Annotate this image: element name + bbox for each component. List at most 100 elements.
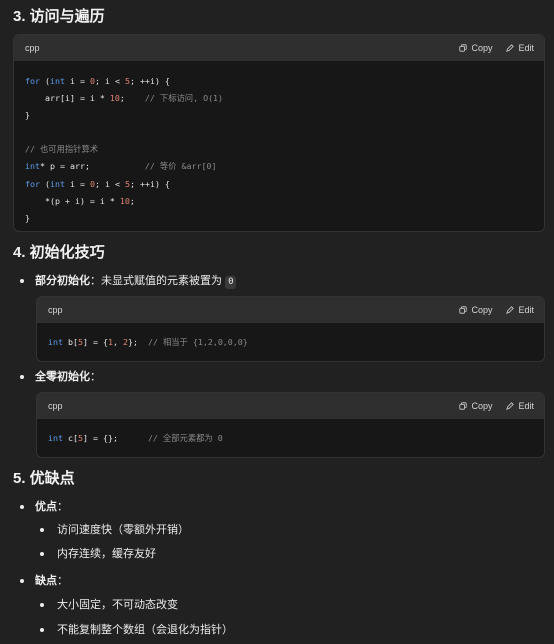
code-header: cpp Copy Edit [37, 393, 544, 419]
code-token: i = [65, 76, 90, 86]
code-token: c[ [63, 433, 78, 443]
copy-icon [459, 44, 468, 52]
copy-icon [459, 402, 468, 410]
code-token: 10 [109, 93, 120, 104]
code-block-zero-init: cpp Copy Edit int c[5] = {}; // 全部元素都为 0 [36, 392, 545, 458]
code-language-label: cpp [25, 43, 40, 53]
code-token: ; ++i) { [129, 178, 170, 189]
code-token: // 相当于 {1,2,0,0,0} [147, 337, 248, 347]
code-token: ; [119, 93, 145, 104]
code-token: *(p + i) = i * [25, 195, 120, 206]
code-line: // 也可用指针算术 [25, 141, 533, 158]
code-line: } [25, 210, 533, 227]
edit-icon [506, 44, 515, 52]
bullet-text: ：未显式赋值的元素被置为 [90, 275, 226, 287]
code-token: // 下标访问, O(1) [144, 93, 224, 104]
bullet-label: 部分初始化 [35, 275, 90, 287]
list-item-text: 大小固定，不可动态改变 [57, 599, 178, 611]
code-token: // 也可用指针算术 [25, 144, 99, 155]
code-token: i = [65, 178, 90, 189]
code-token: } [25, 110, 30, 121]
copy-label: Copy [471, 305, 493, 315]
list-item-text: 访问速度快（零额外开销） [57, 524, 189, 536]
code-block-access: cpp Copy Edit for (int i = 0; i < 5; ++i… [13, 34, 545, 232]
code-token: ( [40, 178, 50, 189]
code-line: *(p + i) = i * 10; [25, 193, 533, 210]
bullet-text: ： [57, 501, 68, 513]
code-token: int [48, 433, 63, 443]
code-token: ( [40, 76, 50, 86]
code-token: int [50, 76, 65, 86]
edit-label: Edit [518, 401, 534, 411]
code-block-partial-init: cpp Copy Edit int b[5] = {1, 2}; // 相当于 … [36, 296, 545, 362]
code-token: ] = { [83, 337, 108, 347]
bullet-dot [20, 375, 24, 379]
bullet-label: 缺点 [35, 575, 57, 587]
inline-code: 0 [225, 276, 237, 289]
copy-button[interactable]: Copy [459, 305, 492, 315]
code-line: int* p = arr; // 等价 &arr[0] [25, 158, 533, 175]
bullet-text: ： [90, 371, 101, 383]
code-body: for (int i = 0; i < 5; ++i) { arr[i] = i… [14, 61, 544, 231]
code-token: , [112, 337, 123, 347]
list-item-text: 内存连续，缓存友好 [57, 548, 156, 560]
bullet-label: 全零初始化 [35, 371, 90, 383]
code-token: ; [129, 195, 135, 206]
code-token: } [25, 212, 30, 223]
section-heading-init: 4. 初始化技巧 [13, 244, 105, 261]
copy-label: Copy [471, 401, 493, 411]
bullet-dot [20, 579, 24, 583]
bullet-dot [40, 603, 44, 607]
edit-icon [506, 306, 515, 314]
section-heading-proscons: 5. 优缺点 [13, 470, 75, 487]
code-token: int [25, 161, 40, 172]
section-heading-access: 3. 访问与遍历 [13, 8, 105, 25]
code-token: ] = {}; [83, 433, 148, 443]
code-token: int [48, 337, 63, 347]
bullet-dot [20, 505, 24, 509]
code-token: ; ++i) { [129, 76, 170, 86]
code-header: cpp Copy Edit [14, 35, 544, 61]
copy-icon [459, 306, 468, 314]
copy-label: Copy [471, 43, 493, 53]
code-line: arr[i] = i * 10; // 下标访问, O(1) [25, 90, 533, 107]
edit-label: Edit [518, 305, 534, 315]
code-token: arr[i] = i * [25, 93, 110, 104]
code-body: int c[5] = {}; // 全部元素都为 0 [37, 419, 544, 457]
code-actions: Copy Edit [459, 305, 534, 315]
code-line: int b[5] = {1, 2}; // 相当于 {1,2,0,0,0} [48, 334, 533, 351]
code-token: for [25, 178, 40, 189]
code-body: int b[5] = {1, 2}; // 相当于 {1,2,0,0,0} [37, 323, 544, 361]
code-actions: Copy Edit [459, 43, 534, 53]
code-token: // 等价 &arr[0] [144, 161, 217, 172]
edit-label: Edit [518, 43, 534, 53]
bullet-dot [40, 552, 44, 556]
code-token: ; i < [94, 178, 125, 189]
copy-button[interactable]: Copy [459, 43, 492, 53]
edit-button[interactable]: Edit [506, 305, 534, 315]
code-token: for [25, 76, 40, 86]
copy-button[interactable]: Copy [459, 401, 492, 411]
bullet-label: 优点 [35, 501, 57, 513]
code-token: int [50, 178, 65, 189]
code-language-label: cpp [48, 401, 63, 411]
code-token: 10 [119, 195, 130, 206]
edit-icon [506, 402, 515, 410]
code-header: cpp Copy Edit [37, 297, 544, 323]
code-line: for (int i = 0; i < 5; ++i) { [25, 73, 533, 90]
code-token: // 全部元素都为 0 [147, 433, 223, 443]
code-line: for (int i = 0; i < 5; ++i) { [25, 176, 533, 193]
code-line: int c[5] = {}; // 全部元素都为 0 [48, 430, 533, 447]
bullet-text: ： [57, 575, 68, 587]
code-actions: Copy Edit [459, 401, 534, 411]
edit-button[interactable]: Edit [506, 43, 534, 53]
code-token: b[ [63, 337, 78, 347]
edit-button[interactable]: Edit [506, 401, 534, 411]
code-language-label: cpp [48, 305, 63, 315]
code-token: }; [127, 337, 148, 347]
list-item-text: 不能复制整个数组（会退化为指针） [57, 624, 233, 636]
code-token: ; i < [94, 76, 125, 86]
bullet-dot [40, 528, 44, 532]
code-token: * p = arr; [40, 161, 145, 172]
